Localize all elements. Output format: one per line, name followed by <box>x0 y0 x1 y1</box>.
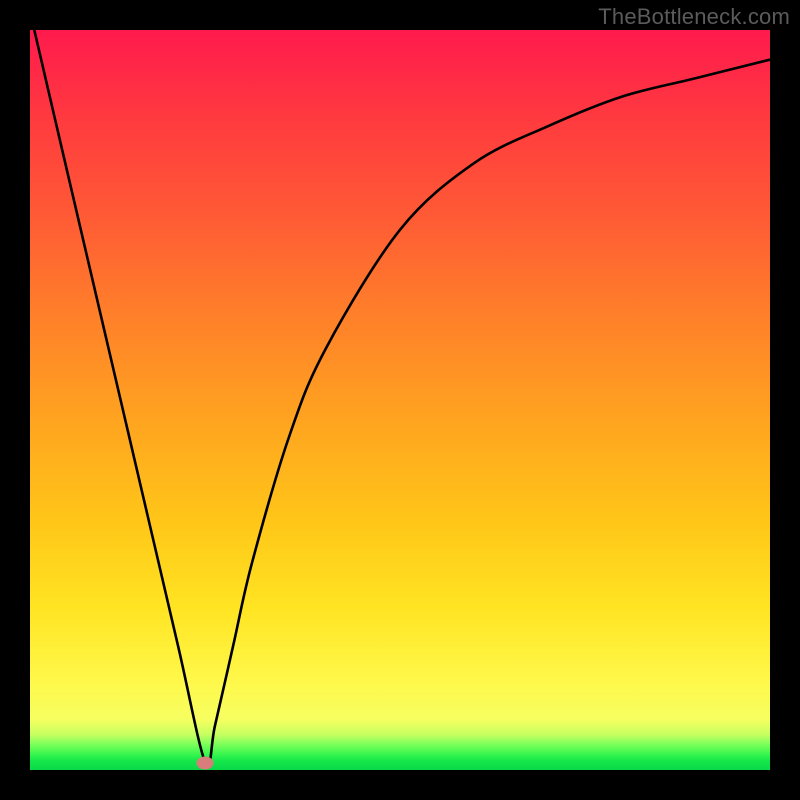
plot-area <box>30 30 770 770</box>
watermark-text: TheBottleneck.com <box>598 4 790 30</box>
bottleneck-curve <box>30 30 770 770</box>
curve-min-marker <box>197 756 214 769</box>
chart-frame: TheBottleneck.com <box>0 0 800 800</box>
